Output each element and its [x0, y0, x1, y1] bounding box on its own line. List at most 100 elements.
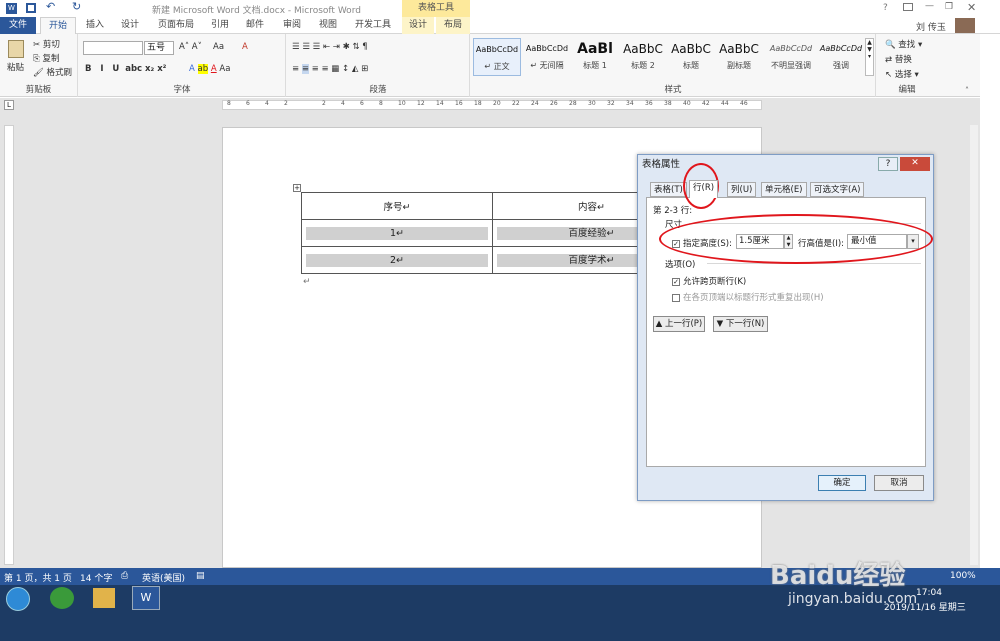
styles-scroll-icon[interactable]: ▲ ▼ ▾ [865, 38, 874, 76]
tab-column[interactable]: 列(U) [727, 182, 757, 197]
user-name[interactable]: 刘 传玉 [916, 20, 946, 33]
word-taskbar-icon[interactable]: W [132, 586, 160, 610]
style-title[interactable]: AaBbC 标题 [667, 38, 715, 76]
tab-table[interactable]: 表格(T) [650, 182, 687, 197]
window-title: 新建 Microsoft Word 文档.docx - Microsoft Wo… [152, 6, 361, 16]
style-subtle-emphasis[interactable]: AaBbCcDd 不明显强调 [765, 38, 817, 76]
text-style-buttons[interactable]: B I U abc x₂ x² [85, 64, 166, 74]
tab-review[interactable]: 审阅 [277, 17, 307, 34]
tab-references[interactable]: 引用 [205, 17, 235, 34]
collapse-ribbon-icon[interactable]: ˄ [965, 86, 969, 95]
tab-row[interactable]: 行(R) [689, 180, 719, 198]
tab-design[interactable]: 设计 [115, 17, 145, 34]
style-no-spacing[interactable]: AaBbCcDd ↵ 无间隔 [523, 38, 571, 76]
zoom-level[interactable]: 100% [950, 571, 976, 581]
select-button[interactable]: ↖ 选择 ▾ [885, 68, 919, 80]
page-count[interactable]: 第 1 页，共 1 页 [4, 571, 72, 584]
tab-table-layout[interactable]: 布局 [436, 17, 470, 34]
tab-insert[interactable]: 插入 [80, 17, 110, 34]
ruler-tick-label: 14 [436, 100, 444, 107]
grow-font-button[interactable]: A˄ A˅ [179, 42, 202, 52]
dialog-close-button[interactable]: ✕ [900, 157, 930, 171]
vertical-scrollbar[interactable] [970, 125, 978, 565]
tab-cell[interactable]: 单元格(E) [761, 182, 807, 197]
style-heading-1[interactable]: AaBl 标题 1 [571, 38, 619, 76]
tab-alt-text[interactable]: 可选文字(A) [810, 182, 865, 197]
clock-time[interactable]: 17:04 [916, 588, 942, 598]
font-color-buttons[interactable]: A ab A Aa [189, 64, 230, 74]
restore-icon[interactable]: ❐ [945, 2, 953, 12]
ribbon-display-icon[interactable] [903, 3, 913, 11]
ie-icon[interactable] [50, 587, 74, 609]
style-subtitle[interactable]: AaBbC 副标题 [715, 38, 763, 76]
vertical-ruler[interactable] [4, 125, 14, 565]
paste-button[interactable]: 粘贴 [7, 61, 24, 73]
style-heading-2[interactable]: AaBbC 标题 2 [619, 38, 667, 76]
dialog-help-button[interactable]: ? [878, 157, 898, 171]
format-painter-button[interactable]: 🖌 格式刷 [33, 66, 72, 78]
undo-icon[interactable]: ↶ [46, 0, 55, 13]
paragraph-end-mark: ↵ [303, 277, 311, 287]
allow-break-checkbox[interactable]: ✓ 允许跨页断行(K) [672, 275, 746, 287]
cancel-button[interactable]: 取消 [874, 475, 924, 491]
clear-format-icon[interactable]: A [242, 42, 248, 52]
style-normal[interactable]: AaBbCcDd ↵ 正文 [473, 38, 521, 76]
find-button[interactable]: 🔍 查找 ▾ [885, 38, 922, 50]
horizontal-ruler[interactable]: L 8 6 4 2 2 4 6 8 10 12 14 16 18 20 22 24 26 28 30 32 34 36 38… [0, 98, 980, 112]
table-row[interactable]: 2↵ 百度学术↵ [301, 246, 691, 274]
font-name-dropdown[interactable] [83, 41, 143, 55]
clipboard-group: 粘贴 ✂ 剪切 ⎘ 复制 🖌 格式刷 剪贴板 [0, 34, 78, 97]
tab-home[interactable]: 开始 [40, 17, 76, 34]
replace-button[interactable]: ⇄ 替换 [885, 53, 912, 65]
tab-page-layout[interactable]: 页面布局 [153, 17, 199, 34]
table-row[interactable]: 1↵ 百度经验↵ [301, 219, 691, 247]
paragraph-group: ☰ ☰ ☰ ⇤ ⇥ ✱ ⇅ ¶ ≡ ≡ ≡ ≡ ▦ ↕ ◭ ⊞ 段落 [287, 34, 470, 97]
tab-file[interactable]: 文件 [0, 17, 36, 34]
styles-group: AaBbCcDd ↵ 正文 AaBbCcDd ↵ 无间隔 AaBl 标题 1 AaBb… [471, 34, 876, 97]
table-cell[interactable]: 序号↵ [301, 192, 493, 220]
font-size-dropdown[interactable]: 五号 [144, 41, 174, 55]
avatar[interactable] [955, 18, 975, 33]
explorer-icon[interactable] [93, 588, 115, 608]
help-icon[interactable]: ? [883, 3, 888, 13]
macro-icon[interactable]: ▤ [196, 571, 205, 581]
context-tab-group: 表格工具 [402, 0, 470, 17]
table-move-handle-icon[interactable]: + [293, 184, 301, 192]
tab-view[interactable]: 视图 [313, 17, 343, 34]
ruler-tick-label: 32 [607, 100, 615, 107]
tab-table-design[interactable]: 设计 [402, 17, 434, 34]
document-table[interactable]: 序号↵ 内容↵ 1↵ 百度经验↵ 2↵ 百度学术↵ [301, 192, 691, 274]
tab-mailings[interactable]: 邮件 [240, 17, 270, 34]
ribbon: 粘贴 ✂ 剪切 ⎘ 复制 🖌 格式刷 剪贴板 五号 A˄ A˅ Aa A B I… [0, 34, 980, 97]
change-case-button[interactable]: Aa [213, 42, 224, 52]
language[interactable]: 英语(美国) [142, 571, 185, 584]
paste-icon[interactable] [8, 40, 24, 58]
cut-button[interactable]: ✂ 剪切 [33, 38, 60, 50]
baidu-watermark-url: jingyan.baidu.com [788, 591, 918, 607]
table-cell[interactable]: 1↵ [301, 219, 493, 247]
ruler-tick-label: 42 [702, 100, 710, 107]
tab-selector-icon[interactable]: L [4, 100, 14, 110]
table-row[interactable]: 序号↵ 内容↵ [301, 192, 691, 220]
style-emphasis[interactable]: AaBbCcDd 强调 [817, 38, 865, 76]
table-cell[interactable]: 2↵ [301, 246, 493, 274]
tab-developer[interactable]: 开发工具 [350, 17, 396, 34]
start-button-icon[interactable] [6, 587, 30, 611]
copy-button[interactable]: ⎘ 复制 [33, 52, 60, 64]
ruler-tick-label: 30 [588, 100, 596, 107]
previous-row-button[interactable]: ▲ 上一行(P) [653, 316, 705, 332]
save-icon[interactable] [26, 3, 36, 13]
ruler-tick-label: 38 [664, 100, 672, 107]
word-count[interactable]: 14 个字 [80, 571, 112, 584]
ruler-tick-label: 4 [341, 100, 345, 107]
editing-group: 🔍 查找 ▾ ⇄ 替换 ↖ 选择 ▾ 编辑 [877, 34, 937, 97]
proofing-icon[interactable]: ⎙ [121, 571, 128, 581]
minimize-icon[interactable]: — [925, 1, 934, 11]
close-icon[interactable]: ✕ [967, 1, 976, 14]
ok-button[interactable]: 确定 [818, 475, 866, 491]
align-buttons[interactable]: ≡ ≡ ≡ ≡ ▦ ↕ ◭ ⊞ [292, 64, 368, 74]
list-buttons[interactable]: ☰ ☰ ☰ ⇤ ⇥ ✱ ⇅ ¶ [292, 42, 368, 52]
styles-label: 样式 [664, 85, 682, 95]
redo-icon[interactable]: ↻ [72, 0, 81, 13]
next-row-button[interactable]: ▼ 下一行(N) [713, 316, 768, 332]
